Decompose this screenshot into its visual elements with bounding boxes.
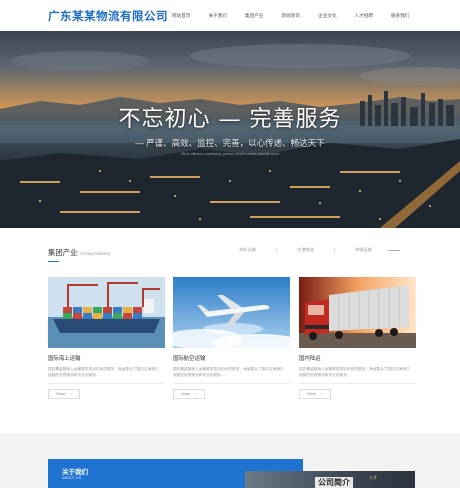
card-desc: 国内集装箱海上运输服务项目的优质服务，海运整合了国内沿海港口线路的优质服务和专业… (48, 367, 159, 377)
tabs-line (388, 249, 400, 251)
nav-item-news[interactable]: 新闻资讯 (273, 13, 310, 19)
about-image-tag: 人才 (369, 475, 377, 480)
nav-item-culture[interactable]: 企业文化 (309, 13, 346, 19)
card-divider (299, 383, 416, 384)
card-title: 国际海上运输 (48, 356, 81, 362)
about-title: 关于我们 (62, 469, 88, 476)
chevron-right-icon: › (70, 392, 72, 396)
banner-caption: Strict, efficient, monitoring, perfect, … (180, 152, 280, 156)
airplane-image[interactable] (173, 277, 290, 348)
section-title: 集团产业 (48, 248, 78, 257)
truck-image[interactable] (299, 277, 416, 348)
tab-sea[interactable]: 海外运输 (229, 247, 266, 253)
more-button[interactable]: More › (173, 389, 205, 399)
nav-item-jobs[interactable]: 人才招聘 (346, 13, 383, 19)
card-divider (48, 383, 165, 384)
nav-item-home[interactable]: 网站首页 (163, 13, 200, 19)
more-button[interactable]: More › (299, 389, 331, 399)
company-logo[interactable]: 广东某某物流有限公司 (48, 8, 168, 24)
nav-item-contact[interactable]: 联系我们 (382, 13, 419, 19)
banner-subtitle: — 严谨、高效、监控、完善，以心传递、畅达天下 (135, 138, 325, 148)
about-image-text: 公司简介 (315, 477, 353, 488)
industry-tabs: 海外运输 空港物流 车辆运输 (229, 247, 400, 253)
nav-item-industry[interactable]: 集团产业 (236, 13, 273, 19)
card-desc: 国内集装箱海上运输服务项目的优质服务，海运整合了国内沿海港口线路的优质服务和专业… (299, 367, 410, 377)
section-underline (48, 261, 59, 262)
card-divider (173, 383, 290, 384)
main-nav: 网站首页 关于我们 集团产业 新闻资讯 企业文化 人才招聘 联系我们 (163, 0, 419, 31)
more-label: More (307, 392, 317, 396)
industry-card-land[interactable]: 国内陆运 国内集装箱海上运输服务项目的优质服务，海运整合了国内沿海港口线路的优质… (299, 277, 416, 399)
section-title-en: / Group Industry (77, 251, 111, 256)
tab-air[interactable]: 空港物流 (287, 247, 324, 253)
chevron-right-icon: › (321, 392, 323, 396)
card-title: 国内陆运 (299, 356, 321, 362)
hero-banner: 不忘初心 — 完善服务 — 严谨、高效、监控、完善，以心传递、畅达天下 Stri… (0, 31, 460, 228)
card-desc: 国内集装箱海上运输服务项目的优质服务，海运整合了国内沿海港口线路的优质服务和专业… (173, 367, 284, 377)
site-header: 广东某某物流有限公司 网站首页 关于我们 集团产业 新闻资讯 企业文化 人才招聘… (0, 0, 460, 31)
more-label: More (56, 392, 66, 396)
cargo-ship-image[interactable] (48, 277, 165, 348)
banner-title: 不忘初心 — 完善服务 (118, 107, 342, 132)
more-button[interactable]: More › (48, 389, 80, 399)
tab-divider (276, 247, 277, 253)
chevron-right-icon: › (195, 392, 197, 396)
industry-card-sea[interactable]: 国际海上运输 国内集装箱海上运输服务项目的优质服务，海运整合了国内沿海港口线路的… (48, 277, 165, 399)
tab-vehicle[interactable]: 车辆运输 (345, 247, 382, 253)
nav-item-about[interactable]: 关于我们 (200, 13, 237, 19)
about-image[interactable]: 公司简介 人才 (245, 471, 415, 488)
tab-divider (334, 247, 335, 253)
card-title: 国际航空运输 (173, 356, 206, 362)
section-heading: 集团产业/ Group Industry (48, 247, 111, 258)
about-title-en: ABOUT US (62, 476, 82, 480)
industry-card-air[interactable]: 国际航空运输 国内集装箱海上运输服务项目的优质服务，海运整合了国内沿海港口线路的… (173, 277, 290, 399)
more-label: More (181, 392, 191, 396)
